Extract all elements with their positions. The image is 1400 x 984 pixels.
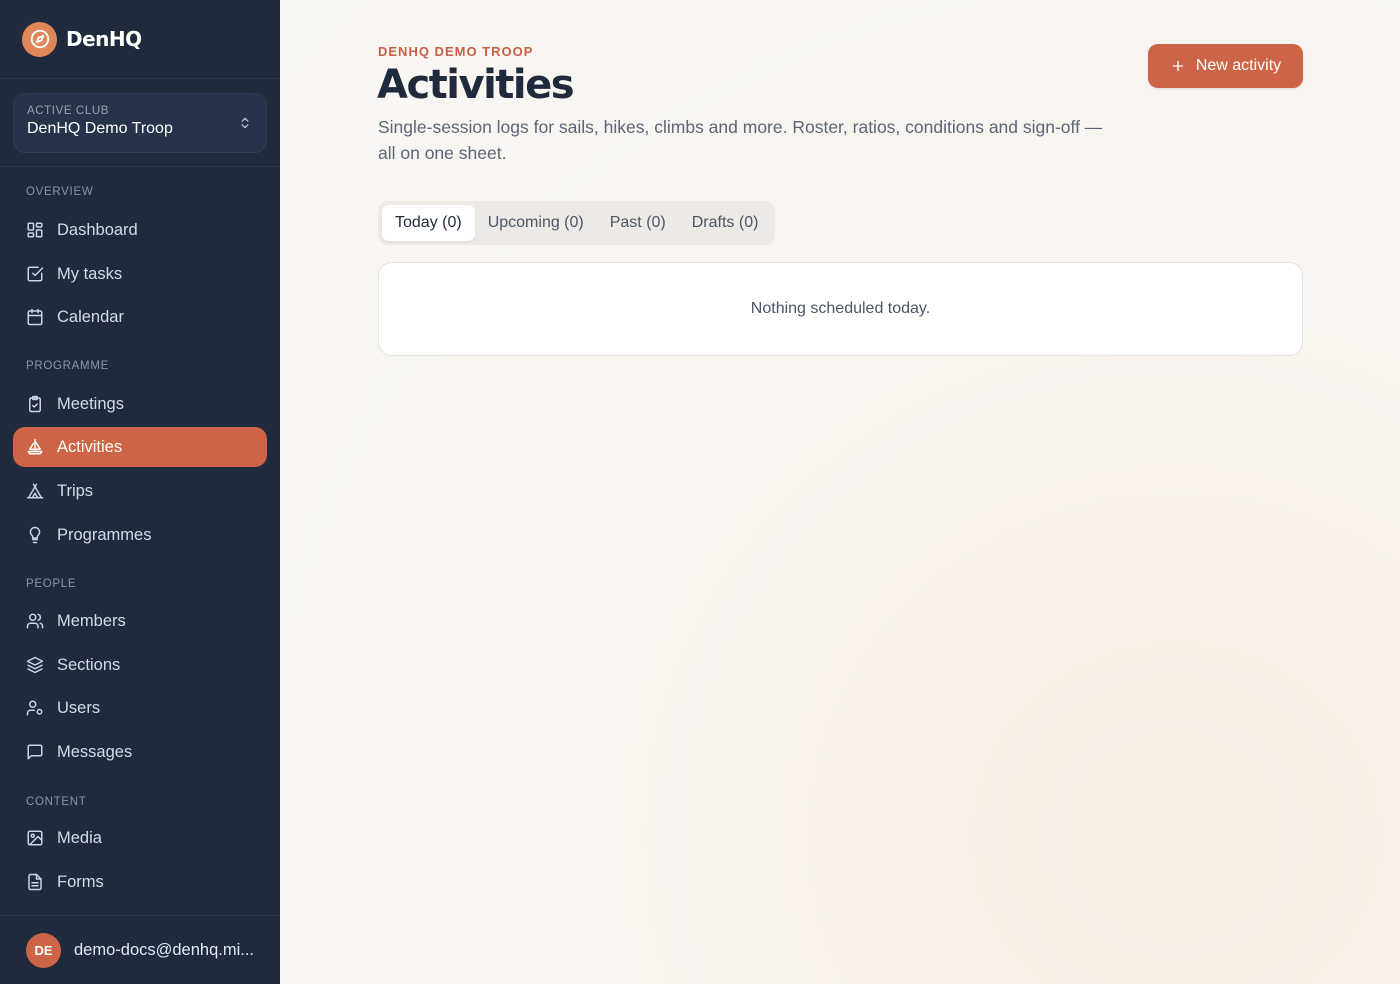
sidebar-item-label: My tasks [57,264,123,283]
lightbulb-icon [26,526,44,544]
sidebar-item-label: Sections [57,655,121,674]
sidebar-item-sections[interactable]: Sections [13,645,267,685]
checkbox-icon [26,265,44,283]
sidebar-item-label: Activities [57,437,123,456]
tab-today[interactable]: Today (0) [382,205,475,241]
club-switcher-name: DenHQ Demo Troop [27,120,173,137]
new-activity-button-label: New activity [1195,57,1282,74]
plus-icon [1170,58,1186,74]
sidebar-item-meetings[interactable]: Meetings [13,384,267,424]
section-label-people: PEOPLE [26,578,77,590]
sidebar-item-members[interactable]: Members [13,601,267,641]
sidebar-item-label: Programmes [57,525,152,544]
tab-drafts[interactable]: Drafts (0) [679,205,772,241]
image-icon [26,829,44,847]
users-icon [26,612,44,630]
sidebar-item-label: Trips [57,481,94,500]
main-content: DENHQ DEMO TROOP Activities Single-sessi… [280,0,1400,984]
sidebar-item-label: Forms [57,872,104,891]
empty-state-card: Nothing scheduled today. [378,262,1303,356]
sidebar-item-forms[interactable]: Forms [13,862,267,902]
activity-tabs: Today (0) Upcoming (0) Past (0) Drafts (… [378,201,776,245]
user-cog-icon [26,699,44,717]
chevron-up-down-icon [238,115,252,136]
section-label-overview: OVERVIEW [26,186,94,198]
sidebar-item-label: Dashboard [57,220,138,239]
sidebar-item-label: Members [57,611,126,630]
section-label-programme: PROGRAMME [26,360,109,372]
sidebar-item-trips[interactable]: Trips [13,471,267,511]
sidebar-item-calendar[interactable]: Calendar [13,297,267,337]
sidebar-item-label: Messages [57,742,133,761]
tent-icon [26,482,44,500]
sidebar-item-my-tasks[interactable]: My tasks [13,254,267,294]
section-label-content: CONTENT [26,796,87,808]
sidebar: DenHQ ACTIVE CLUB DenHQ Demo Troop OVERV… [0,0,280,984]
avatar: DE [26,932,61,968]
calendar-icon [26,308,44,326]
club-switcher[interactable]: ACTIVE CLUB DenHQ Demo Troop [13,93,267,153]
sidebar-item-label: Calendar [57,307,124,326]
new-activity-button[interactable]: New activity [1148,44,1303,88]
page-title: Activities [377,62,575,108]
brand[interactable]: DenHQ [0,0,280,79]
sidebar-item-label: Meetings [57,394,124,413]
message-square-icon [26,743,44,761]
sidebar-item-media[interactable]: Media [13,818,267,858]
file-text-icon [26,873,44,891]
tab-upcoming[interactable]: Upcoming (0) [475,205,597,241]
sidebar-item-messages[interactable]: Messages [13,732,267,772]
brand-name: DenHQ [66,27,142,51]
dashboard-icon [26,221,44,239]
tab-past[interactable]: Past (0) [597,205,679,241]
user-email: demo-docs@denhq.mi... [74,940,254,959]
empty-state-message: Nothing scheduled today. [750,300,931,317]
club-eyebrow: DENHQ DEMO TROOP [378,44,534,59]
sidebar-item-programmes[interactable]: Programmes [13,515,267,555]
club-switcher-label: ACTIVE CLUB [27,105,110,117]
sidebar-item-label: Users [57,698,101,717]
sidebar-item-users[interactable]: Users [13,688,267,728]
layers-icon [26,656,44,674]
compass-icon [22,21,57,57]
sailboat-icon [26,438,44,456]
clipboard-check-icon [26,395,44,413]
user-menu[interactable]: DE demo-docs@denhq.mi... [0,915,280,984]
page-subtitle: Single-session logs for sails, hikes, cl… [378,117,1103,163]
sidebar-item-label: Media [57,828,102,847]
sidebar-item-dashboard[interactable]: Dashboard [13,210,267,250]
sidebar-item-activities[interactable]: Activities [13,427,267,467]
